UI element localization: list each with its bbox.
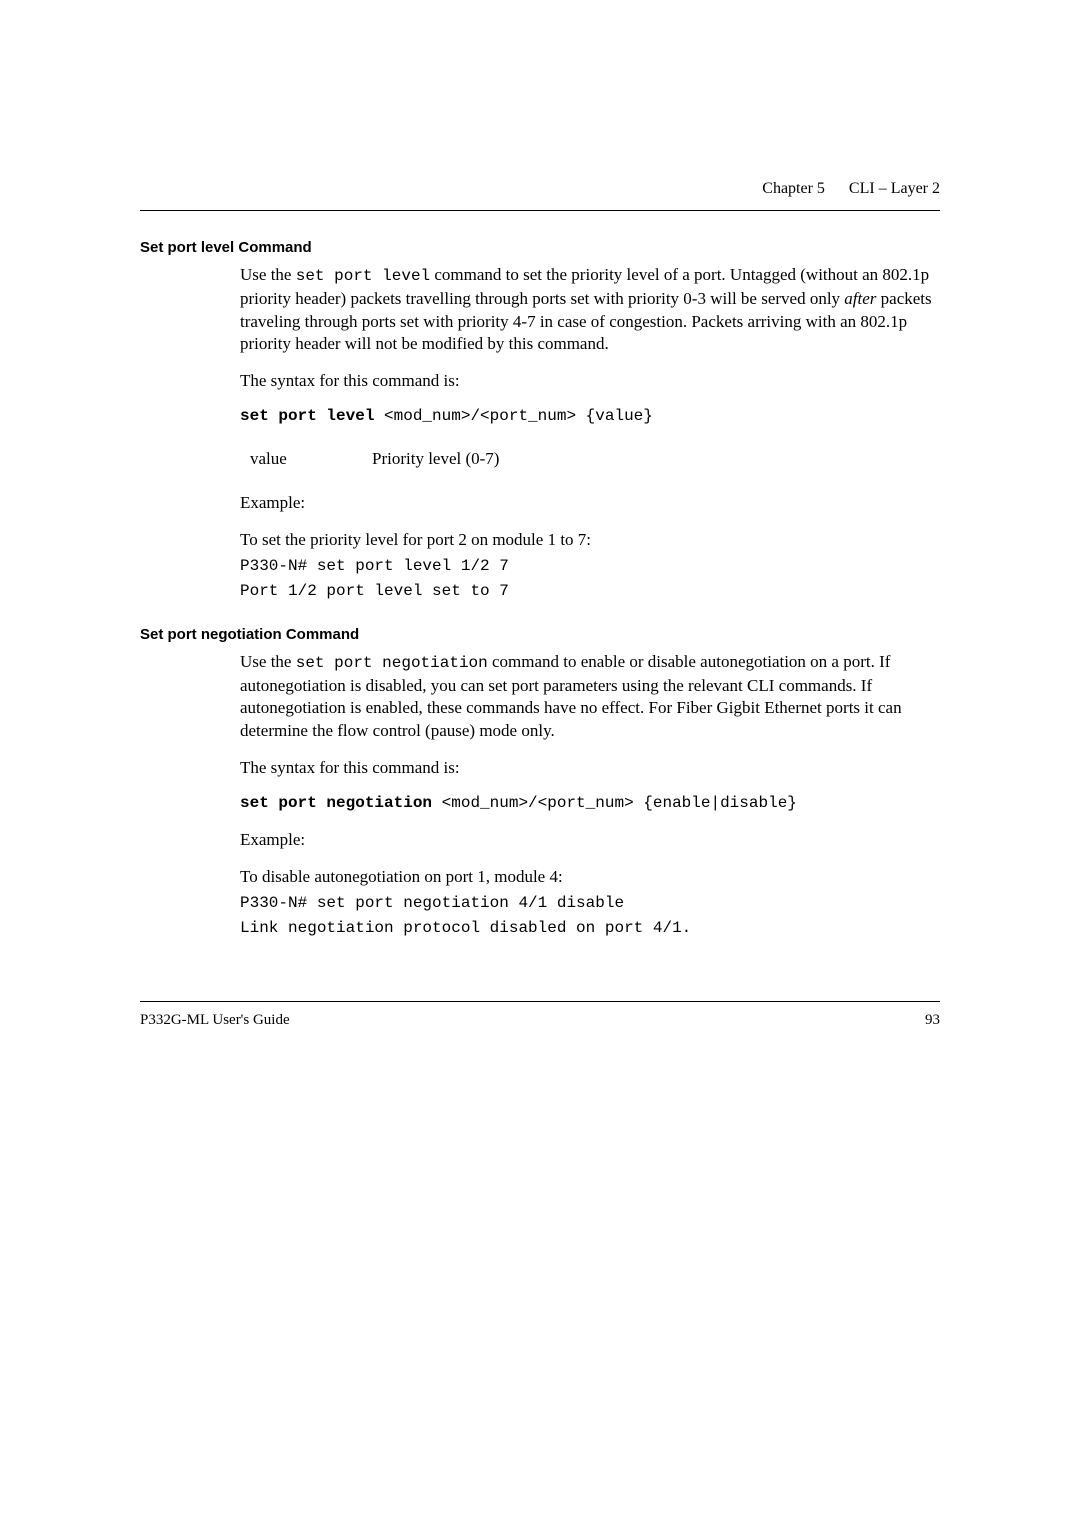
syntax-command: set port level: [240, 407, 374, 425]
text: Use the: [240, 265, 296, 284]
inline-command: set port level: [296, 267, 430, 285]
example-code-block: P330-N# set port level 1/2 7 Port 1/2 po…: [240, 554, 940, 604]
page-footer: P332G-ML User's Guide 93: [140, 1001, 940, 1029]
page-header: Chapter 5 CLI – Layer 2: [140, 180, 940, 198]
section1-paragraph: Use the set port level command to set th…: [240, 264, 940, 356]
chapter-title: CLI – Layer 2: [849, 180, 940, 197]
example-code-block: P330-N# set port negotiation 4/1 disable…: [240, 891, 940, 941]
syntax-line: set port level <mod_num>/<port_num> {val…: [240, 407, 940, 425]
inline-command: set port negotiation: [296, 654, 488, 672]
syntax-label: The syntax for this command is:: [240, 370, 940, 393]
chapter-number: Chapter 5: [762, 180, 825, 197]
syntax-line: set port negotiation <mod_num>/<port_num…: [240, 794, 940, 812]
italic-text: after: [844, 289, 876, 308]
text: Use the: [240, 652, 296, 671]
syntax-args: <mod_num>/<port_num> {enable|disable}: [432, 794, 797, 812]
example-description: To disable autonegotiation on port 1, mo…: [240, 867, 940, 887]
header-rule: [140, 210, 940, 211]
param-desc: Priority level (0-7): [372, 445, 499, 473]
section2-paragraph: Use the set port negotiation command to …: [240, 651, 940, 743]
example-label: Example:: [240, 493, 940, 513]
section-heading-set-port-level: Set port level Command: [140, 239, 940, 256]
section-heading-set-port-negotiation: Set port negotiation Command: [140, 626, 940, 643]
syntax-command: set port negotiation: [240, 794, 432, 812]
syntax-label: The syntax for this command is:: [240, 757, 940, 780]
syntax-args: <mod_num>/<port_num> {value}: [374, 407, 652, 425]
example-label: Example:: [240, 830, 940, 850]
footer-guide-title: P332G-ML User's Guide: [140, 1012, 290, 1029]
footer-page-number: 93: [925, 1012, 940, 1029]
table-row: value Priority level (0-7): [250, 445, 499, 473]
parameter-table: value Priority level (0-7): [248, 443, 501, 475]
param-name: value: [250, 445, 370, 473]
example-description: To set the priority level for port 2 on …: [240, 530, 940, 550]
